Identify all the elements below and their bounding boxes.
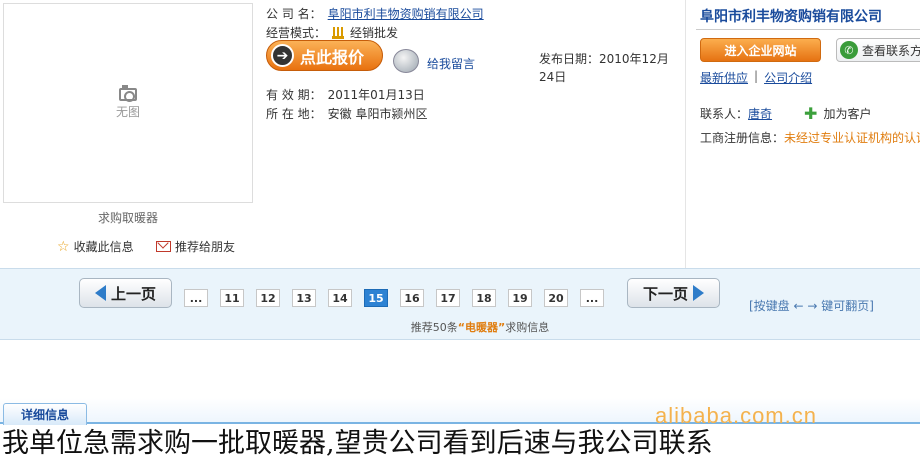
company-row: 公 司 名： 阜阳市利丰物资购销有限公司 [266,5,484,22]
company-panel: 阜阳市利丰物资购销有限公司 进入企业网站 ✆ 查看联系方式 最新供应 | 公司介… [685,0,920,268]
publish-label: 发布日期： [539,52,600,66]
camera-icon [119,85,137,102]
detail-body-text: 我单位急需求购一批取暖器,望贵公司看到后速与我公司联系 [2,428,713,459]
page-20[interactable]: 20 [544,289,568,307]
business-mode-icon [332,26,345,39]
page-11[interactable]: 11 [220,289,244,307]
add-customer-button[interactable]: 加为客户 [823,105,871,122]
validity-value: 2011年01月13日 [327,88,425,102]
panel-divider [696,29,920,30]
page-12[interactable]: 12 [256,289,280,307]
pager-ellipsis-end[interactable]: ... [580,289,604,307]
company-intro-link[interactable]: 公司介绍 [764,69,812,86]
view-contact-label: 查看联系方式 [862,43,920,58]
registration-row: 工商注册信息：未经过专业认证机构的认证 [700,129,920,146]
link-separator: | [754,69,759,83]
location-label: 所 在 地： [266,107,322,121]
validity-row: 有 效 期： 2011年01月13日 [266,86,425,103]
page-19[interactable]: 19 [508,289,532,307]
mode-label: 经营模式： [266,26,327,40]
prev-page-button[interactable]: 上一页 [79,278,172,308]
view-contact-button[interactable]: ✆ 查看联系方式 [836,38,920,62]
latest-supply-link[interactable]: 最新供应 [700,69,748,86]
mode-row: 经营模式： 经销批发 [266,24,398,41]
registration-label: 工商注册信息： [700,131,785,145]
registration-value: 未经过专业认证机构的认证 [784,131,920,145]
recommend-prefix: 推荐50条 [410,321,458,334]
contact-label: 联系人： [700,107,749,121]
envelope-icon [156,241,171,252]
contact-person-row: 联系人： 唐奇 ✚ 加为客户 [700,104,871,123]
location-row: 所 在 地： 安徽 阜阳市颍州区 [266,105,427,122]
company-links: 最新供应 | 公司介绍 [700,69,812,86]
page-14[interactable]: 14 [328,289,352,307]
phone-icon: ✆ [840,41,858,59]
publish-date: 发布日期：2010年12月24日 [539,50,679,86]
page-13[interactable]: 13 [292,289,316,307]
no-image-text: 无图 [115,105,140,119]
next-page-button[interactable]: 下一页 [627,278,720,308]
collect-button[interactable]: ☆ 收藏此信息 [57,238,134,255]
page-18[interactable]: 18 [472,289,496,307]
mode-value: 经销批发 [350,26,399,40]
recommend-suffix: 求购信息 [505,321,550,334]
prev-page-label: 上一页 [110,284,156,303]
collect-label: 收藏此信息 [73,240,134,254]
no-image-placeholder: 无图 [113,85,143,120]
pager-ellipsis-start[interactable]: ... [184,289,208,307]
arrow-right-icon [693,285,704,301]
next-page-label: 下一页 [642,284,688,303]
quote-button[interactable]: ➔ 点此报价 [266,40,383,71]
leave-message-link[interactable]: 给我留言 [427,55,475,72]
enter-site-button[interactable]: 进入企业网站 [700,38,821,62]
arrow-right-icon: ➔ [271,44,294,67]
page-15-current[interactable]: 15 [364,289,388,307]
page-16[interactable]: 16 [400,289,424,307]
pagination-bar: 上一页 ... 11 12 13 14 15 16 17 18 19 20 ..… [0,268,920,340]
quote-button-label: 点此报价 [300,47,365,67]
recommend-label: 推荐给朋友 [175,240,236,254]
product-image: 无图 [3,3,253,203]
keyboard-hint: [按键盘 ← → 键可翻页] [749,299,874,313]
company-title-link[interactable]: 阜阳市利丰物资购销有限公司 [700,6,882,26]
validity-label: 有 效 期： [266,88,322,102]
tab-detail-info[interactable]: 详细信息 [3,403,87,425]
plus-icon: ✚ [804,104,818,123]
star-icon: ☆ [57,238,70,255]
recommend-button[interactable]: 推荐给朋友 [156,238,235,255]
product-caption: 求购取暖器 [97,211,158,225]
message-icon[interactable] [393,49,419,73]
location-value: 安徽 阜阳市颍州区 [327,107,428,121]
recommend-text: 推荐50条“电暖器”求购信息 [0,319,920,335]
company-name-link[interactable]: 阜阳市利丰物资购销有限公司 [328,5,484,22]
page-17[interactable]: 17 [436,289,460,307]
company-label: 公 司 名： [266,7,322,21]
recommend-keyword[interactable]: “电暖器” [458,321,505,334]
contact-name-link[interactable]: 唐奇 [748,105,772,122]
arrow-left-icon [94,285,106,301]
